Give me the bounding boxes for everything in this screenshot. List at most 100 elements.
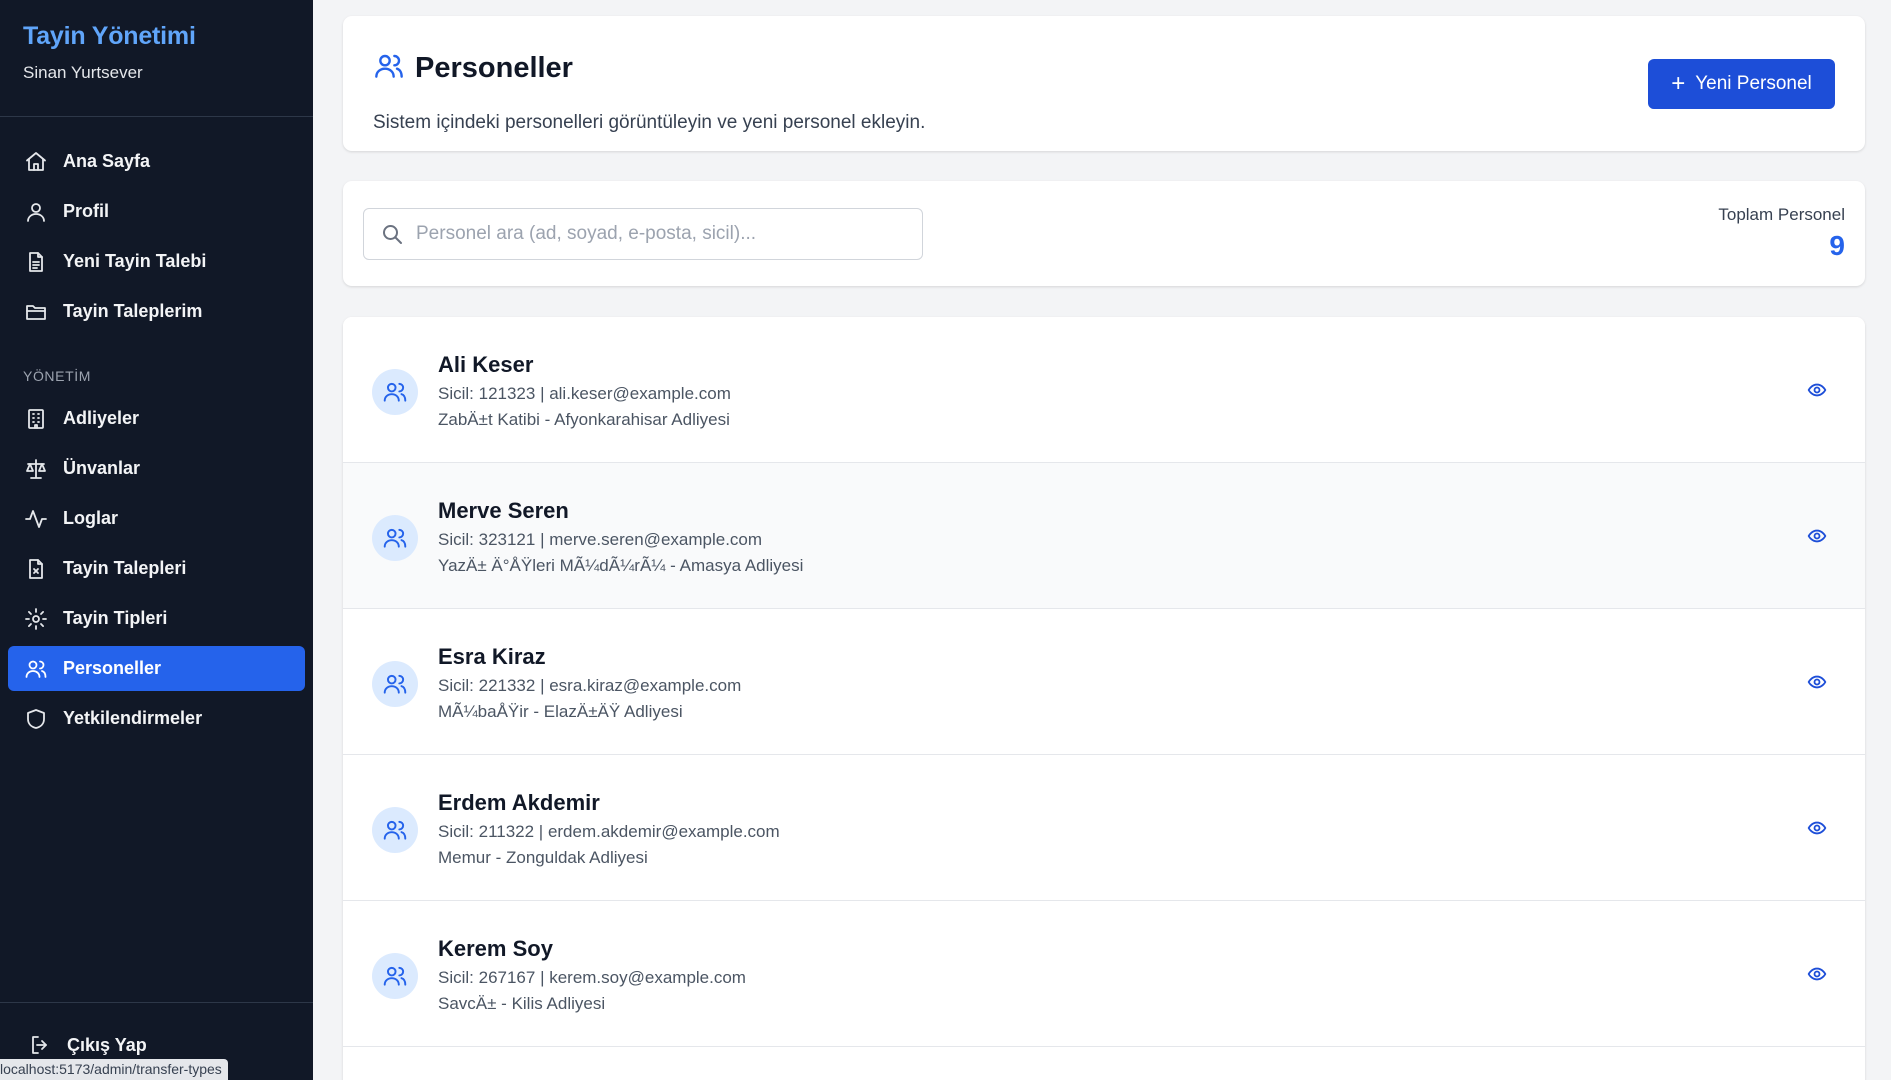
personnel-title-courthouse: Memur - Zonguldak Adliyesi: [438, 848, 648, 867]
users-icon: [383, 528, 407, 548]
activity-icon: [24, 507, 48, 531]
personnel-name: Kerem Soy: [438, 936, 553, 961]
scale-icon: [24, 457, 48, 481]
users-icon: [383, 674, 407, 694]
avatar: [372, 515, 418, 561]
sidebar-item-label: Ünvanlar: [63, 458, 141, 478]
users-icon: [24, 657, 48, 681]
document-icon: [24, 250, 48, 274]
sidebar-item-label: Adliyeler: [63, 408, 140, 428]
users-icon: [383, 820, 407, 840]
sidebar-item-my-transfer-requests[interactable]: Tayin Taleplerim: [8, 289, 305, 334]
personnel-title-courthouse: ZabÄ±t Katibi - Afyonkarahisar Adliyesi: [438, 410, 730, 429]
personnel-list: Ali Keser Sicil: 121323 | ali.keser@exam…: [343, 317, 1865, 1080]
building-icon: [24, 407, 48, 431]
eye-icon: [1807, 675, 1827, 689]
sidebar-item-logs[interactable]: Loglar: [8, 496, 305, 541]
view-details-button[interactable]: [1805, 524, 1829, 548]
app-title[interactable]: Tayin Yönetimi: [23, 22, 290, 51]
plus-icon: +: [1671, 70, 1686, 97]
eye-icon: [1807, 821, 1827, 835]
list-item[interactable]: Merve Seren Sicil: 323121 | merve.seren@…: [343, 463, 1865, 609]
avatar: [372, 369, 418, 415]
total-personnel-count: 9: [1829, 230, 1845, 261]
logout-button[interactable]: Çıkış Yap: [28, 1033, 147, 1057]
list-item[interactable]: Kerem Soy Sicil: 267167 | kerem.soy@exam…: [343, 901, 1865, 1047]
view-details-button[interactable]: [1805, 962, 1829, 986]
sidebar-item-label: Personeller: [63, 658, 162, 678]
sidebar-item-profile[interactable]: Profil: [8, 189, 305, 234]
list-item[interactable]: Erdem Akdemir Sicil: 211322 | erdem.akde…: [343, 755, 1865, 901]
list-item[interactable]: Ali Keser Sicil: 121323 | ali.keser@exam…: [343, 317, 1865, 463]
admin-section-label: YÖNETİM: [23, 368, 91, 384]
eye-icon: [1807, 967, 1827, 981]
view-details-button[interactable]: [1805, 670, 1829, 694]
sidebar-item-label: Ana Sayfa: [63, 151, 151, 171]
avatar: [372, 807, 418, 853]
personnel-name: Merve Seren: [438, 498, 569, 523]
sidebar-item-label: Loglar: [63, 508, 119, 528]
eye-icon: [1807, 383, 1827, 397]
personnel-name: Erdem Akdemir: [438, 790, 600, 815]
page-title: Personeller: [415, 52, 573, 84]
gear-icon: [24, 607, 48, 631]
personnel-title-courthouse: SavcÄ± - Kilis Adliyesi: [438, 994, 606, 1013]
folder-icon: [24, 300, 48, 324]
brand-block: Tayin Yönetimi Sinan Yurtsever: [0, 0, 313, 117]
sidebar-item-label: Yetkilendirmeler: [63, 708, 203, 728]
shield-icon: [24, 707, 48, 731]
current-user-name: Sinan Yurtsever: [23, 63, 143, 82]
logout-label: Çıkış Yap: [67, 1034, 147, 1055]
personnel-registry-email: Sicil: 267167 | kerem.soy@example.com: [438, 968, 746, 987]
users-icon: [383, 382, 407, 402]
personnel-name: Ali Keser: [438, 352, 534, 377]
search-box[interactable]: [363, 208, 923, 260]
avatar: [372, 661, 418, 707]
sidebar-item-home[interactable]: Ana Sayfa: [8, 139, 305, 184]
users-icon: [383, 966, 407, 986]
users-icon: [373, 50, 405, 87]
logout-icon: [28, 1033, 52, 1057]
page-subtitle: Sistem içindeki personelleri görüntüleyi…: [373, 112, 926, 133]
new-personnel-label: Yeni Personel: [1695, 73, 1812, 94]
main-nav: Ana Sayfa Profil Yeni Tayin Talebi Tayin…: [0, 139, 313, 334]
personnel-registry-email: Sicil: 121323 | ali.keser@example.com: [438, 384, 731, 403]
sidebar: Tayin Yönetimi Sinan Yurtsever Ana Sayfa…: [0, 0, 313, 1080]
browser-status-url: localhost:5173/admin/transfer-types: [0, 1059, 228, 1080]
home-icon: [24, 150, 48, 174]
personnel-registry-email: Sicil: 221332 | esra.kiraz@example.com: [438, 676, 742, 695]
sidebar-item-label: Tayin Tipleri: [63, 608, 168, 628]
sidebar-item-label: Tayin Talepleri: [63, 558, 187, 578]
personnel-title-courthouse: MÃ¼baÅŸir - ElazÄ±ÄŸ Adliyesi: [438, 702, 683, 721]
file-x-icon: [24, 557, 48, 581]
view-details-button[interactable]: [1805, 378, 1829, 402]
search-icon: [380, 222, 404, 246]
sidebar-item-personnel[interactable]: Personeller: [8, 646, 305, 691]
sidebar-item-label: Profil: [63, 201, 110, 221]
search-card: Toplam Personel 9: [343, 181, 1865, 286]
page-title-row: Personeller: [373, 50, 573, 87]
list-item[interactable]: Esra Kiraz Sicil: 221332 | esra.kiraz@ex…: [343, 609, 1865, 755]
sidebar-item-transfer-requests[interactable]: Tayin Talepleri: [8, 546, 305, 591]
sidebar-item-label: Yeni Tayin Talebi: [63, 251, 207, 271]
page-header-card: Personeller Sistem içindeki personelleri…: [343, 16, 1865, 151]
personnel-registry-email: Sicil: 211322 | erdem.akdemir@example.co…: [438, 822, 780, 841]
personnel-registry-email: Sicil: 323121 | merve.seren@example.com: [438, 530, 763, 549]
total-personnel: Toplam Personel 9: [1718, 205, 1845, 262]
personnel-title-courthouse: YazÄ± Ä°ÅŸleri MÃ¼dÃ¼rÃ¼ - Amasya Adliye…: [438, 556, 804, 575]
sidebar-item-courthouses[interactable]: Adliyeler: [8, 396, 305, 441]
sidebar-item-transfer-types[interactable]: Tayin Tipleri: [8, 596, 305, 641]
sidebar-item-titles[interactable]: Ünvanlar: [8, 446, 305, 491]
total-personnel-label: Toplam Personel: [1718, 205, 1845, 224]
search-input[interactable]: [416, 223, 896, 245]
sidebar-item-label: Tayin Taleplerim: [63, 301, 203, 321]
view-details-button[interactable]: [1805, 816, 1829, 840]
sidebar-item-new-transfer-request[interactable]: Yeni Tayin Talebi: [8, 239, 305, 284]
personnel-name: Esra Kiraz: [438, 644, 546, 669]
new-personnel-button[interactable]: + Yeni Personel: [1648, 59, 1835, 109]
sidebar-item-authorizations[interactable]: Yetkilendirmeler: [8, 696, 305, 741]
user-icon: [24, 200, 48, 224]
eye-icon: [1807, 529, 1827, 543]
admin-nav: Adliyeler Ünvanlar Loglar Tayin Talepler…: [0, 396, 313, 741]
avatar: [372, 953, 418, 999]
